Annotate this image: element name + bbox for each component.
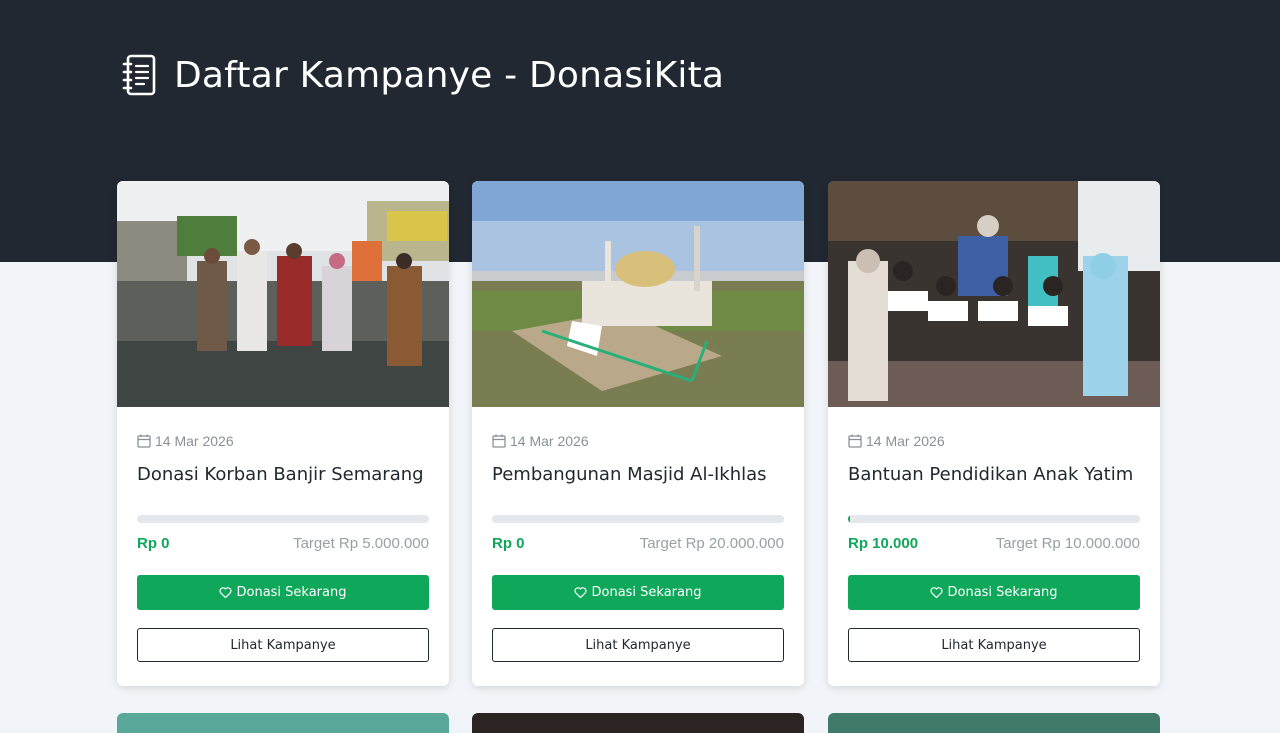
target-amount: Target Rp 20.000.000	[639, 535, 784, 552]
campaign-date: 14 Mar 2026	[492, 433, 589, 449]
target-amount: Target Rp 10.000.000	[995, 535, 1140, 552]
campaign-card-peek[interactable]	[117, 713, 449, 733]
donate-button-label: Donasi Sekarang	[591, 585, 702, 600]
campaign-title: Pembangunan Masjid Al-Ikhlas	[492, 464, 767, 485]
page-header: Daftar Kampanye - DonasiKita	[122, 52, 724, 98]
campaign-card-peek[interactable]	[828, 713, 1160, 733]
heart-icon	[574, 587, 588, 599]
view-campaign-button[interactable]: Lihat Kampanye	[137, 628, 429, 662]
campaign-date: 14 Mar 2026	[848, 433, 945, 449]
campaign-image-mosque[interactable]	[472, 181, 804, 407]
donate-button[interactable]: Donasi Sekarang	[848, 575, 1140, 610]
campaign-image-flood[interactable]	[117, 181, 449, 407]
campaign-card-peek[interactable]	[472, 713, 804, 733]
target-amount: Target Rp 5.000.000	[293, 535, 429, 552]
campaign-card: 14 Mar 2026 Donasi Korban Banjir Semaran…	[117, 181, 449, 686]
donate-button[interactable]: Donasi Sekarang	[137, 575, 429, 610]
view-campaign-button[interactable]: Lihat Kampanye	[848, 628, 1140, 662]
campaign-title: Bantuan Pendidikan Anak Yatim	[848, 464, 1134, 485]
campaign-title: Donasi Korban Banjir Semarang	[137, 464, 424, 485]
heart-icon	[219, 587, 233, 599]
progress-bar	[492, 515, 784, 523]
raised-amount: Rp 0	[492, 535, 525, 552]
campaign-date-text: 14 Mar 2026	[866, 433, 945, 449]
donate-button-label: Donasi Sekarang	[236, 585, 347, 600]
campaign-card: 14 Mar 2026 Pembangunan Masjid Al-Ikhlas…	[472, 181, 804, 686]
campaign-date-text: 14 Mar 2026	[510, 433, 589, 449]
heart-icon	[930, 587, 944, 599]
calendar-icon	[137, 434, 151, 448]
notebook-icon	[122, 54, 156, 96]
calendar-icon	[492, 434, 506, 448]
campaign-card: 14 Mar 2026 Bantuan Pendidikan Anak Yati…	[828, 181, 1160, 686]
calendar-icon	[848, 434, 862, 448]
view-campaign-button[interactable]: Lihat Kampanye	[492, 628, 784, 662]
campaign-image-orphans[interactable]	[828, 181, 1160, 407]
campaign-date-text: 14 Mar 2026	[155, 433, 234, 449]
donate-button[interactable]: Donasi Sekarang	[492, 575, 784, 610]
donate-button-label: Donasi Sekarang	[947, 585, 1058, 600]
progress-fill	[848, 515, 851, 523]
raised-amount: Rp 10.000	[848, 535, 919, 552]
campaign-date: 14 Mar 2026	[137, 433, 234, 449]
page-title: Daftar Kampanye - DonasiKita	[174, 54, 725, 96]
progress-bar	[137, 515, 429, 523]
raised-amount: Rp 0	[137, 535, 170, 552]
progress-bar	[848, 515, 1140, 523]
